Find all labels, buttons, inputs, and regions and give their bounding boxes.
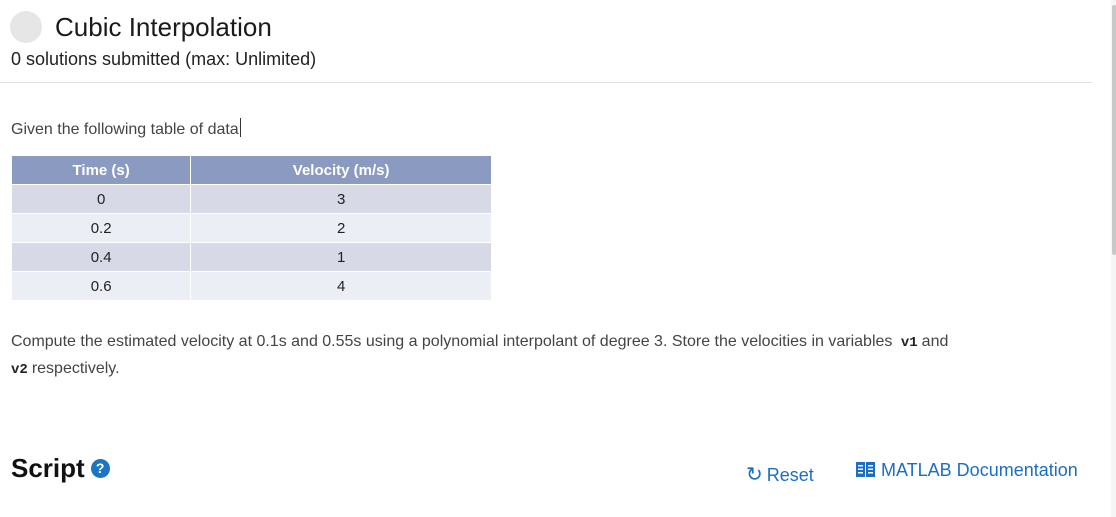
help-icon[interactable]: ? — [90, 459, 110, 478]
table-cell: 2 — [190, 213, 492, 243]
script-heading: Script? — [11, 453, 110, 484]
task-and: and — [921, 333, 949, 350]
problem-intro: Given the following table of data — [11, 118, 241, 139]
reset-button[interactable]: ↻ Reset — [746, 462, 814, 487]
table-cell: 0.2 — [10, 213, 192, 243]
table-row: 0.2 2 — [10, 213, 492, 243]
matlab-documentation-link[interactable]: MATLAB Documentation — [856, 460, 1078, 481]
table-header-velocity: Velocity (m/s) — [190, 155, 492, 185]
table-header-time: Time (s) — [10, 155, 192, 185]
book-icon — [856, 462, 875, 477]
table-row: 0 3 — [10, 184, 492, 214]
table-cell: 0.4 — [10, 242, 192, 272]
script-heading-label: Script — [11, 453, 85, 483]
status-circle-icon — [10, 11, 42, 43]
reset-icon: ↻ — [746, 464, 763, 486]
table-cell: 3 — [190, 184, 492, 214]
submission-count: 0 solutions submitted (max: Unlimited) — [11, 49, 317, 69]
table-cell: 0.6 — [10, 271, 192, 301]
data-table: Time (s) Velocity (m/s) 0 3 0.2 2 0.4 1 … — [10, 155, 492, 301]
task-text: Compute the estimated velocity at 0.1s a… — [11, 333, 893, 350]
table-cell: 1 — [190, 242, 492, 272]
table-row: 0.4 1 — [10, 242, 492, 272]
variable-v2: v2 — [11, 362, 28, 378]
reset-label: Reset — [766, 465, 814, 485]
table-row: 0.6 4 — [10, 271, 492, 301]
intro-text: Given the following table of data — [11, 121, 239, 138]
variable-v1: v1 — [900, 335, 918, 351]
page-scrollbar[interactable] — [1111, 0, 1116, 517]
table-cell: 4 — [190, 271, 492, 301]
problem-header: Cubic Interpolation 0 solutions submitte… — [0, 0, 1092, 83]
table-cell: 0 — [10, 184, 192, 214]
task-text-end: respectively. — [31, 360, 120, 377]
doc-link-label: MATLAB Documentation — [881, 460, 1078, 480]
text-caret — [239, 118, 241, 137]
problem-title: Cubic Interpolation — [55, 12, 272, 42]
scrollbar-thumb[interactable] — [1112, 5, 1116, 255]
problem-statement: Compute the estimated velocity at 0.1s a… — [11, 329, 1071, 383]
